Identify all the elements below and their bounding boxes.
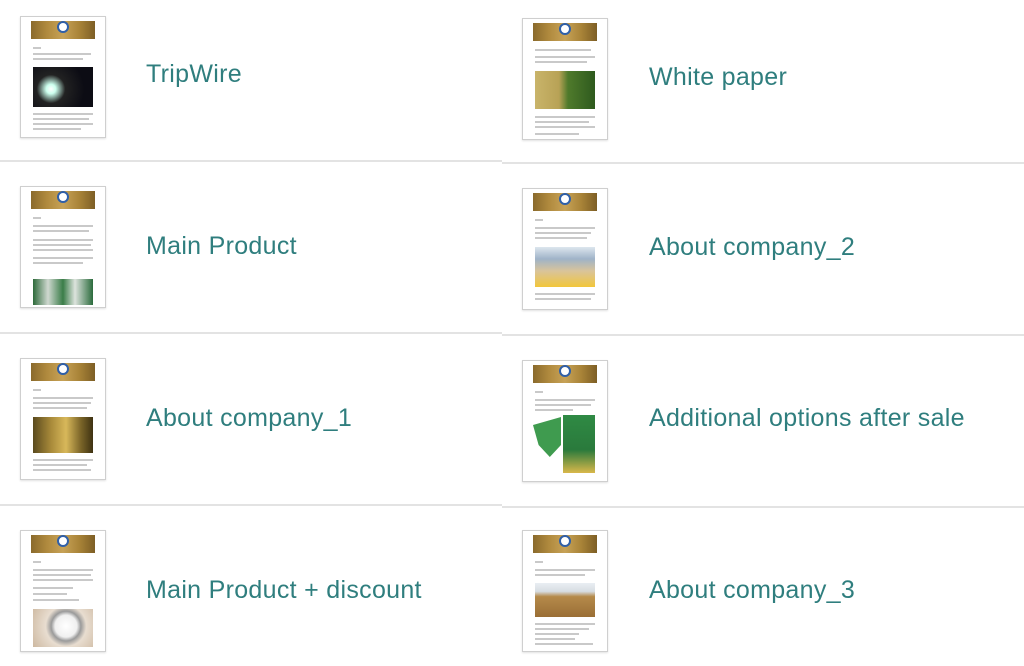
document-thumbnail[interactable] [522,18,608,140]
banner-image [533,535,597,553]
banner-image [533,193,597,211]
banner-image [533,23,597,41]
banner-image [533,365,597,383]
photo-night-flashlight [33,67,93,107]
row-divider [502,162,1024,164]
document-item-white-paper[interactable]: White paper [502,0,1024,166]
banner-image [31,535,95,553]
banner-image [31,191,95,209]
document-thumbnail[interactable] [20,530,106,652]
document-title[interactable]: TripWire [146,60,242,89]
document-thumbnail[interactable] [522,360,608,482]
document-item-about-company-2[interactable]: About company_2 [502,170,1024,336]
photo-harvest-field [535,583,595,617]
photo-alarm-clock [33,609,93,647]
row-divider [0,160,502,162]
document-title[interactable]: White paper [649,63,787,92]
document-thumbnail[interactable] [20,186,106,308]
document-thumbnail[interactable] [522,188,608,310]
document-thumbnail[interactable] [522,530,608,652]
row-divider [0,504,502,506]
document-item-about-company-3[interactable]: About company_3 [502,510,1024,666]
document-item-tripwire[interactable]: TripWire [0,0,502,166]
banner-image [31,363,95,381]
document-item-about-company-1[interactable]: About company_1 [0,340,502,506]
document-grid: TripWire White paper Main Product About … [0,0,1024,666]
row-divider [502,506,1024,508]
photo-corn-field [535,71,595,109]
document-title[interactable]: About company_2 [649,233,855,262]
document-title[interactable]: Main Product + discount [146,576,422,605]
document-title[interactable]: Additional options after sale [649,404,965,433]
photo-factory-workers [33,279,93,305]
row-divider [502,334,1024,336]
document-item-main-product[interactable]: Main Product [0,170,502,336]
photo-kids-in-field [535,247,595,287]
document-title[interactable]: About company_1 [146,404,352,433]
banner-image [31,21,95,39]
row-divider [0,332,502,334]
document-title[interactable]: About company_3 [649,576,855,605]
document-title[interactable]: Main Product [146,232,297,261]
photo-green-machine-frame [563,415,595,473]
document-thumbnail[interactable] [20,16,106,138]
document-item-main-product-discount[interactable]: Main Product + discount [0,510,502,666]
document-item-additional-options[interactable]: Additional options after sale [502,340,1024,506]
photo-wheat-close-up [33,417,93,453]
document-thumbnail[interactable] [20,358,106,480]
photo-green-machine [533,417,561,457]
